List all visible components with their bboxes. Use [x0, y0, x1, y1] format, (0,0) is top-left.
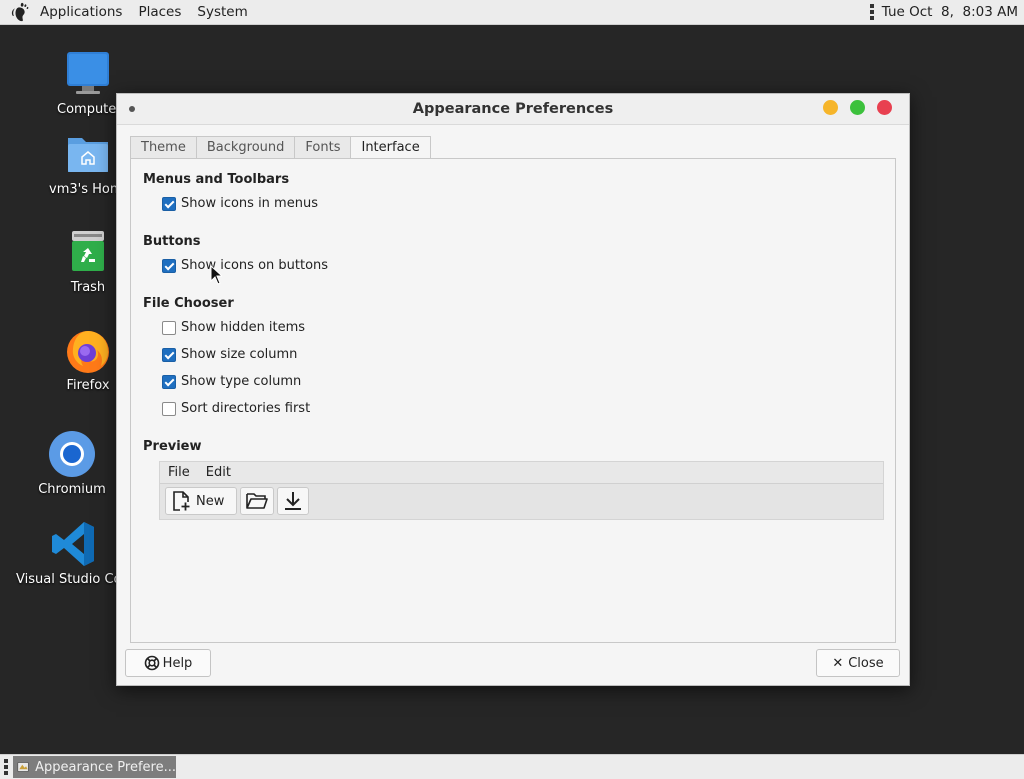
desktop-vscode[interactable]: Visual Studio Co [16, 520, 124, 587]
option-label: Show icons in menus [181, 196, 318, 211]
window-title: Appearance Preferences [412, 101, 614, 117]
option-show-type-column[interactable]: Show type column [162, 374, 301, 389]
preview-menu-file[interactable]: File [160, 465, 198, 480]
desktop-chromium[interactable]: Chromium [22, 430, 122, 497]
checkbox[interactable] [162, 347, 176, 362]
clock[interactable]: Tue Oct 8, 8:03 AM [882, 4, 1018, 20]
panel-handle-icon[interactable] [869, 4, 874, 20]
option-label: Show size column [181, 347, 298, 362]
preview-area: File Edit New [159, 461, 884, 520]
preview-menubar: File Edit [160, 462, 883, 484]
option-show-icons-on-buttons[interactable]: Show icons on buttons [162, 258, 328, 273]
preview-toolbar: New [160, 484, 883, 518]
section-menus-heading: Menus and Toolbars [143, 172, 290, 187]
tab-theme[interactable]: Theme [130, 136, 197, 159]
appearance-app-icon [17, 762, 29, 772]
taskbar-item-label: Appearance Prefere... [35, 759, 176, 775]
trash-icon [64, 228, 112, 276]
option-label: Show hidden items [181, 320, 306, 335]
maximize-button[interactable] [850, 100, 865, 115]
firefox-icon [64, 326, 112, 374]
window-close-button[interactable] [877, 100, 892, 115]
option-show-hidden-items[interactable]: Show hidden items [162, 320, 305, 335]
chromium-icon [48, 430, 96, 478]
option-show-icons-in-menus[interactable]: Show icons in menus [162, 196, 318, 211]
option-label: Sort directories first [181, 401, 311, 416]
checkbox[interactable] [162, 196, 176, 211]
checkbox[interactable] [162, 401, 176, 416]
new-button-label: New [196, 493, 225, 509]
bottom-taskbar: Appearance Prefere... [0, 754, 1024, 779]
window-titlebar[interactable]: Appearance Preferences [117, 94, 909, 125]
menu-places[interactable]: Places [130, 4, 189, 20]
checkbox[interactable] [162, 374, 176, 389]
preview-open-button[interactable] [240, 487, 275, 515]
help-icon [144, 655, 159, 671]
section-file-chooser-heading: File Chooser [143, 296, 234, 311]
checkbox[interactable] [162, 258, 176, 273]
option-show-size-column[interactable]: Show size column [162, 347, 297, 362]
close-button-label: Close [848, 655, 884, 671]
home-folder-icon [64, 130, 112, 178]
download-icon [285, 492, 302, 510]
tab-interface[interactable]: Interface [350, 136, 431, 160]
panel-right: Tue Oct 8, 8:03 AM [869, 4, 1024, 20]
minimize-button[interactable] [823, 100, 838, 115]
desktop-icon-label: Chromium [38, 482, 106, 497]
taskbar-handle-icon[interactable] [4, 759, 8, 775]
open-folder-icon [246, 493, 269, 509]
preview-save-button[interactable] [277, 487, 310, 515]
appearance-preferences-window: Appearance Preferences Theme Background … [116, 93, 910, 686]
section-preview-heading: Preview [143, 439, 202, 454]
close-button[interactable]: ✕ Close [816, 649, 900, 677]
help-button-label: Help [162, 655, 193, 671]
new-document-icon [173, 491, 191, 511]
mouse-pointer-icon [210, 265, 222, 285]
desktop-icon-label: Visual Studio Co [16, 572, 122, 587]
preview-new-button[interactable]: New [165, 487, 238, 515]
option-label: Show icons on buttons [181, 258, 329, 273]
interface-tab-page: Menus and Toolbars Show icons in menus B… [130, 158, 896, 643]
option-label: Show type column [181, 374, 302, 389]
preview-menu-edit[interactable]: Edit [198, 465, 239, 480]
vscode-icon [50, 520, 98, 568]
checkbox[interactable] [162, 320, 176, 335]
help-button[interactable]: Help [125, 649, 211, 677]
tab-bar: Theme Background Fonts Interface [130, 136, 431, 160]
gnome-foot-icon[interactable] [10, 1, 32, 23]
option-sort-directories-first[interactable]: Sort directories first [162, 401, 310, 416]
taskbar-item-appearance-preferences[interactable]: Appearance Prefere... [13, 756, 176, 778]
top-panel: Applications Places System Tue Oct 8, 8:… [0, 0, 1024, 25]
menu-system[interactable]: System [189, 4, 255, 20]
section-buttons-heading: Buttons [143, 234, 201, 249]
menu-applications[interactable]: Applications [32, 4, 130, 20]
tab-fonts[interactable]: Fonts [294, 136, 352, 159]
computer-icon [64, 50, 112, 98]
tab-background[interactable]: Background [195, 136, 296, 159]
close-x-icon: ✕ [832, 655, 844, 671]
